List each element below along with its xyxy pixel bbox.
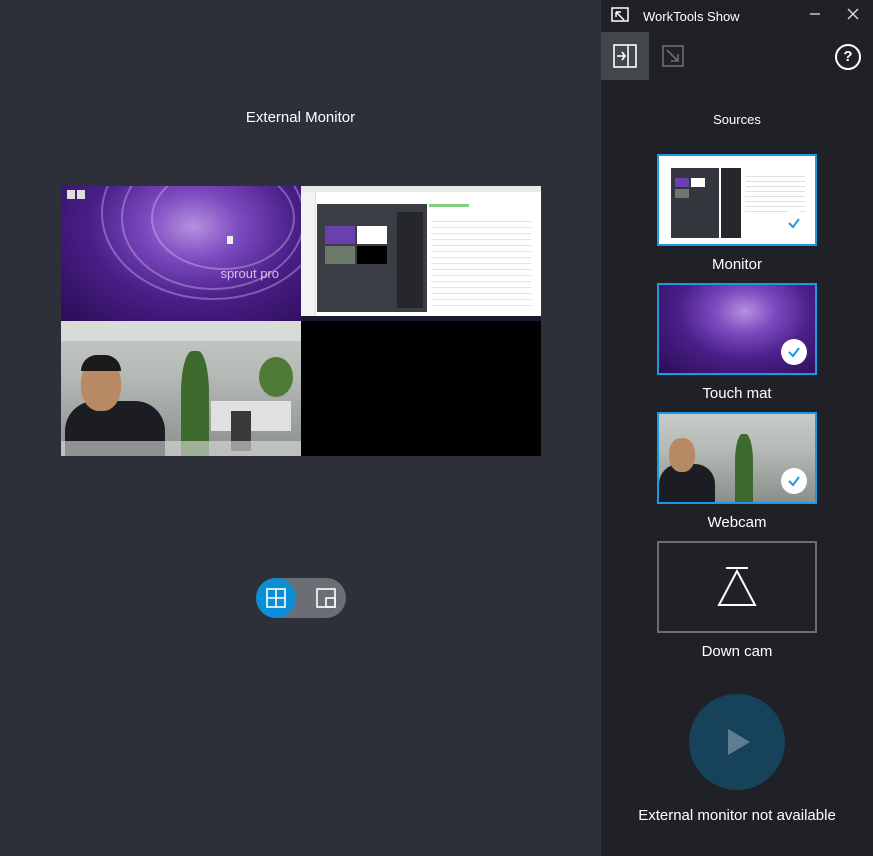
preview-area: External Monitor sprout pro xyxy=(0,0,601,856)
toolbar: ? xyxy=(601,32,873,80)
minimize-button[interactable] xyxy=(805,6,825,26)
preview-tile-empty xyxy=(301,321,541,456)
picture-in-picture-button[interactable] xyxy=(306,578,346,618)
grid-layout-button[interactable] xyxy=(256,578,296,618)
source-label-touchmat: Touch mat xyxy=(702,385,772,402)
preview-grid: sprout pro xyxy=(61,186,541,456)
desktop-icon xyxy=(67,190,75,199)
dock-in-icon xyxy=(613,44,637,68)
preview-title: External Monitor xyxy=(245,109,356,126)
grid-icon xyxy=(266,588,286,608)
minimize-icon xyxy=(810,13,820,15)
preview-tile-touchmat: sprout pro xyxy=(61,186,301,321)
picture-in-picture-icon xyxy=(316,588,336,608)
play-button[interactable] xyxy=(689,694,785,790)
play-icon xyxy=(728,729,750,755)
app-icon xyxy=(611,7,629,22)
source-touchmat-thumbnail[interactable] xyxy=(657,283,817,375)
desktop-icon xyxy=(227,236,233,244)
file-tree xyxy=(301,192,316,316)
close-button[interactable] xyxy=(843,6,863,26)
layout-toggle[interactable] xyxy=(256,578,346,618)
selected-check-icon xyxy=(781,468,807,494)
selected-check-icon xyxy=(781,210,807,236)
window-titlebar xyxy=(301,186,541,192)
help-button[interactable]: ? xyxy=(835,44,861,70)
dock-panel-button[interactable] xyxy=(601,32,649,80)
preview-tile-webcam xyxy=(61,321,301,456)
source-label-downcam: Down cam xyxy=(701,643,773,660)
preview-tile-monitor xyxy=(301,186,541,321)
down-cam-icon xyxy=(717,567,757,606)
source-monitor-thumbnail[interactable] xyxy=(657,154,817,246)
undock-icon xyxy=(662,45,684,67)
source-label-webcam: Webcam xyxy=(707,514,767,531)
undock-panel-button[interactable] xyxy=(649,32,697,80)
status-text: External monitor not available xyxy=(638,807,836,824)
close-icon xyxy=(847,8,859,20)
desktop-icon xyxy=(77,190,85,199)
progress-bar xyxy=(429,204,469,207)
app-window-capture xyxy=(317,204,427,312)
source-label-monitor: Monitor xyxy=(711,256,763,273)
sources-title: Sources xyxy=(713,112,761,127)
selected-check-icon xyxy=(781,339,807,365)
plant xyxy=(259,357,293,397)
text-lines xyxy=(431,216,531,306)
app-title: WorkTools Show xyxy=(643,9,740,24)
source-downcam-thumbnail[interactable] xyxy=(657,541,817,633)
title-bar: WorkTools Show xyxy=(601,0,873,32)
sidebar: WorkTools Show ? Sources Monitor Touch m… xyxy=(601,0,873,856)
sprout-watermark: sprout pro xyxy=(220,266,279,281)
source-webcam-thumbnail[interactable] xyxy=(657,412,817,504)
